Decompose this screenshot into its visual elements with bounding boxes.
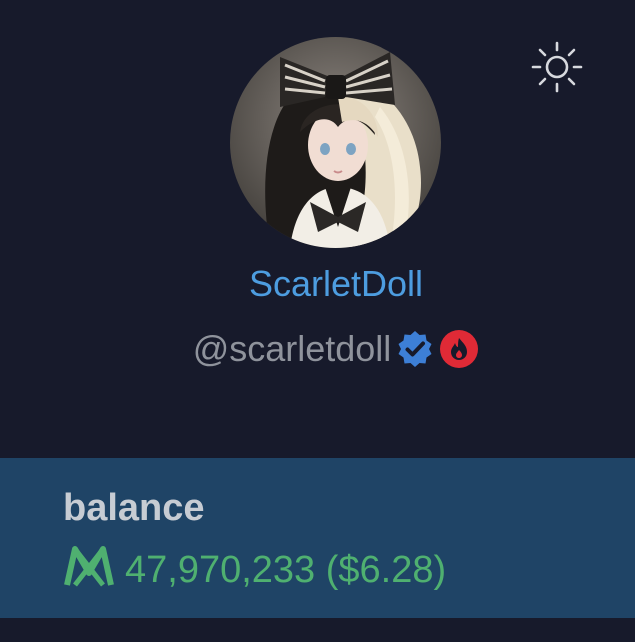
handle: @scarletdoll	[192, 328, 392, 369]
mana-currency-icon	[63, 545, 115, 594]
profile-screen: ScarletDoll @scarletdoll balance 47,970,…	[0, 0, 635, 642]
balance-row: 47,970,233 ($6.28)	[63, 545, 446, 594]
display-name: ScarletDoll	[248, 263, 424, 304]
handle-row: @scarletdoll	[0, 327, 635, 371]
balance-label: balance	[63, 487, 205, 529]
verified-badge-icon	[395, 329, 435, 369]
balance-amount: 47,970,233 ($6.28)	[125, 548, 447, 591]
sun-icon	[530, 40, 584, 99]
balance-panel[interactable]	[0, 458, 635, 618]
settings-button[interactable]	[528, 40, 586, 98]
flame-badge-icon	[439, 329, 479, 369]
avatar[interactable]	[230, 37, 441, 248]
